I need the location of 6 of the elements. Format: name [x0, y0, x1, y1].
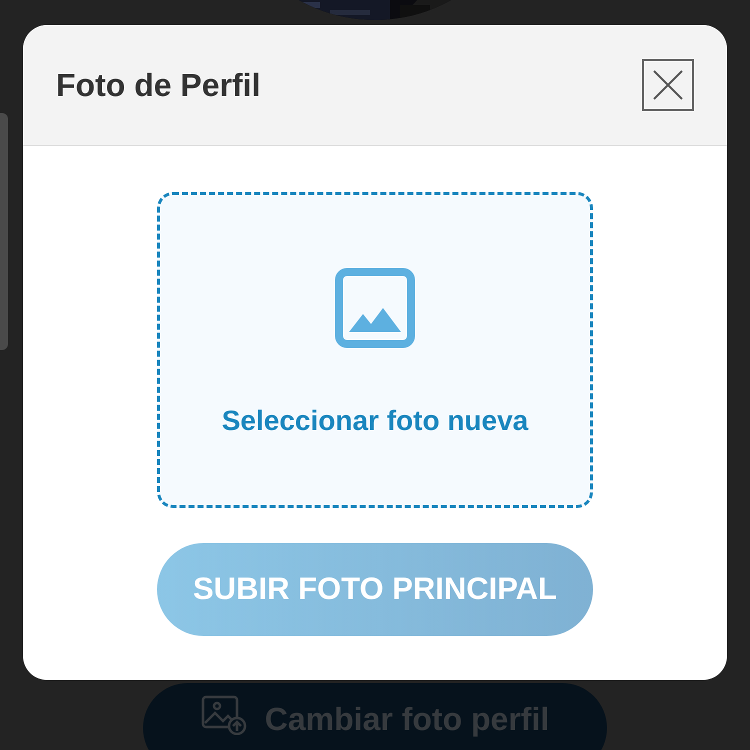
- dialog-title: Foto de Perfil: [56, 66, 260, 105]
- image-upload-icon: [200, 695, 247, 735]
- image-icon: [335, 268, 415, 348]
- close-button[interactable]: [642, 59, 694, 111]
- close-icon: [653, 70, 683, 100]
- photo-drop-zone[interactable]: Seleccionar foto nueva: [157, 192, 593, 508]
